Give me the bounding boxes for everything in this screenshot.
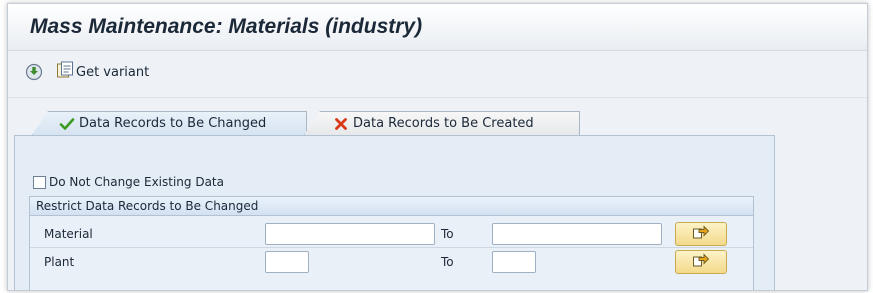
execute-icon[interactable] [25,63,43,81]
get-variant-label: Get variant [76,64,150,80]
plant-to-input[interactable] [492,251,536,273]
do-not-change-label: Do Not Change Existing Data [49,175,224,189]
tab-content-panel: Do Not Change Existing Data Restrict Dat… [14,135,775,290]
material-multiple-selection-button[interactable] [675,222,727,246]
selection-row-material: Material To [30,221,753,248]
plant-to-label: To [441,255,454,269]
tab-label: Data Records to Be Created [353,116,534,131]
do-not-change-option[interactable]: Do Not Change Existing Data [33,173,224,191]
tabstrip: Data Records to Be Changed Data Records … [8,98,867,138]
multiple-selection-arrow-icon [692,252,710,272]
title-bar: Mass Maintenance: Materials (industry) [8,4,867,51]
get-variant-icon [56,61,74,83]
material-label: Material [44,227,93,241]
restrict-records-group: Restrict Data Records to Be Changed Mate… [29,196,754,290]
window-title: Mass Maintenance: Materials (industry) [30,15,423,38]
plant-multiple-selection-button[interactable] [675,250,727,274]
plant-label: Plant [44,255,75,269]
get-variant-button[interactable]: Get variant [56,61,150,83]
application-toolbar: Get variant [8,51,867,98]
tab-label: Data Records to Be Changed [79,116,267,131]
plant-from-input[interactable] [265,251,309,273]
red-x-icon [333,116,349,132]
multiple-selection-arrow-icon [692,224,710,244]
green-checkmark-icon [59,116,75,132]
row-divider [30,247,753,248]
material-to-input[interactable] [492,223,662,245]
do-not-change-checkbox[interactable] [33,175,46,189]
material-from-input[interactable] [265,223,435,245]
material-to-label: To [441,227,454,241]
selection-row-plant: Plant To [30,249,753,276]
tab-data-records-to-be-created[interactable]: Data Records to Be Created [304,111,580,135]
tab-data-records-to-be-changed[interactable]: Data Records to Be Changed [32,111,307,135]
group-title: Restrict Data Records to Be Changed [30,197,753,216]
sap-window: Mass Maintenance: Materials (industry) G… [7,3,868,291]
